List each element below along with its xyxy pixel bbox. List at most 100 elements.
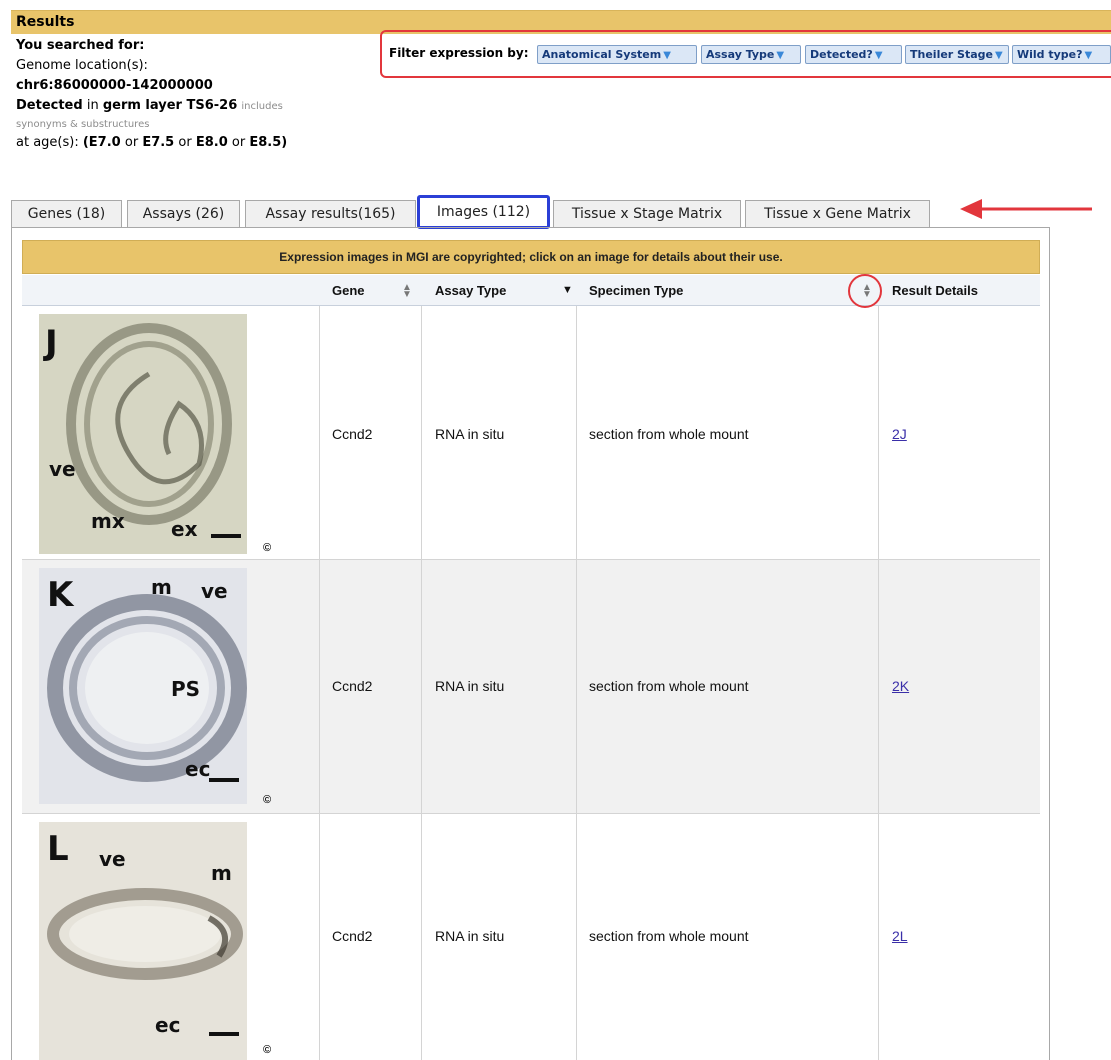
column-divider: [319, 306, 320, 559]
assay-type-cell: RNA in situ: [435, 928, 505, 944]
copyright-symbol: ©: [263, 542, 272, 554]
result-details-cell: 2J: [892, 426, 907, 442]
genome-location-value: chr6:86000000-142000000: [16, 78, 213, 93]
tab-tissue-gene-matrix[interactable]: Tissue x Gene Matrix: [745, 200, 930, 227]
age-line: at age(s): (E7.0 or E7.5 or E8.0 or E8.5…: [16, 133, 376, 153]
expression-image-thumbnail[interactable]: L ve m ec: [39, 822, 247, 1060]
funnel-icon: ▼: [776, 50, 785, 61]
copyright-notice: Expression images in MGI are copyrighted…: [22, 240, 1040, 274]
column-specimen-type-header[interactable]: Specimen Type: [589, 275, 683, 306]
filter-anatomical-system-button[interactable]: Anatomical System ▼: [537, 45, 697, 64]
tab-tissue-stage-matrix[interactable]: Tissue x Stage Matrix: [553, 200, 741, 227]
sort-descending-icon[interactable]: ▼: [562, 285, 573, 296]
synonyms-note: synonyms & substructures: [16, 119, 150, 130]
specimen-type-cell: section from whole mount: [589, 426, 749, 442]
filter-button-label: Wild type?: [1017, 48, 1083, 61]
expression-image-thumbnail[interactable]: K m ve PS ec: [39, 568, 247, 804]
funnel-icon: ▼: [995, 50, 1003, 61]
column-gene-header[interactable]: Gene: [332, 275, 365, 306]
filter-button-label: Theiler Stage: [910, 48, 993, 61]
in-word: in: [86, 98, 99, 113]
image-label: ec: [155, 1013, 180, 1037]
funnel-icon: ▼: [663, 50, 671, 61]
includes-note: includes: [241, 101, 283, 112]
age-value-4: E8.5): [249, 135, 288, 150]
tab-images[interactable]: Images (112): [417, 195, 550, 229]
search-heading: You searched for:: [16, 38, 145, 53]
image-label: ec: [185, 757, 210, 781]
sort-highlight-circle: [848, 274, 882, 308]
result-details-link[interactable]: 2L: [892, 928, 908, 944]
age-value-2: E7.5: [142, 135, 175, 150]
assay-type-cell: RNA in situ: [435, 678, 505, 694]
column-divider: [878, 560, 879, 813]
filter-wild-type-button[interactable]: Wild type? ▼: [1012, 45, 1111, 64]
detected-word: Detected: [16, 98, 83, 113]
table-row: K m ve PS ec © Ccnd2 RNA in situ section…: [22, 560, 1040, 814]
age-value-3: E8.0: [195, 135, 228, 150]
tab-assays[interactable]: Assays (26): [127, 200, 240, 227]
image-label: ve: [99, 847, 126, 871]
gene-cell: Ccnd2: [332, 678, 373, 694]
table-row: L ve m ec © Ccnd2 RNA in situ section fr…: [22, 814, 1040, 1060]
funnel-icon: ▼: [874, 50, 883, 61]
copyright-symbol: ©: [263, 794, 272, 806]
annotation-arrow-icon: [960, 199, 1092, 219]
image-label: m: [151, 575, 172, 599]
column-divider: [878, 814, 879, 1060]
gene-cell: Ccnd2: [332, 426, 373, 442]
filter-theiler-stage-button[interactable]: Theiler Stage ▼: [905, 45, 1009, 64]
column-divider: [421, 814, 422, 1060]
expression-image-thumbnail[interactable]: J ve mx ex: [39, 314, 247, 554]
specimen-type-cell: section from whole mount: [589, 678, 749, 694]
result-details-cell: 2K: [892, 678, 909, 694]
filter-detected-button[interactable]: Detected? ▼: [805, 45, 902, 64]
column-divider: [319, 560, 320, 813]
age-value-1: (E7.0: [82, 135, 121, 150]
age-or-2: or: [178, 135, 192, 150]
sort-icon[interactable]: ▲ ▼: [402, 283, 412, 300]
tab-genes[interactable]: Genes (18): [11, 200, 122, 227]
copyright-symbol: ©: [263, 1044, 272, 1056]
filter-label: Filter expression by:: [389, 46, 529, 60]
column-divider: [319, 814, 320, 1060]
column-divider: [878, 306, 879, 559]
gene-cell: Ccnd2: [332, 928, 373, 944]
age-or-1: or: [124, 135, 139, 150]
table-row: J ve mx ex © Ccnd2 RNA in situ section f…: [22, 306, 1040, 560]
age-or-3: or: [231, 135, 246, 150]
column-divider: [576, 560, 577, 813]
image-panel-letter: J: [43, 323, 58, 363]
structure-name: germ layer TS6-26: [102, 98, 238, 113]
image-label: PS: [171, 677, 200, 701]
column-result-details-header[interactable]: Result Details: [892, 275, 978, 306]
results-title: Results: [16, 14, 75, 30]
genome-location-label: Genome location(s):: [16, 58, 148, 73]
assay-type-cell: RNA in situ: [435, 426, 505, 442]
age-label: at age(s):: [16, 135, 79, 150]
image-label: m: [211, 861, 232, 885]
filter-button-label: Assay Type: [706, 48, 775, 61]
result-details-link[interactable]: 2K: [892, 678, 909, 694]
column-assay-type-header[interactable]: Assay Type: [435, 275, 506, 306]
column-divider: [576, 306, 577, 559]
specimen-type-cell: section from whole mount: [589, 928, 749, 944]
image-label: ex: [171, 517, 198, 541]
filter-button-label: Anatomical System: [542, 48, 662, 61]
column-divider: [576, 814, 577, 1060]
image-label: ve: [201, 579, 228, 603]
image-label: mx: [91, 509, 125, 533]
filter-button-label: Detected?: [810, 48, 873, 61]
result-details-link[interactable]: 2J: [892, 426, 907, 442]
tab-assay-results[interactable]: Assay results(165): [245, 200, 416, 227]
image-label: ve: [49, 457, 76, 481]
result-details-cell: 2L: [892, 928, 908, 944]
table-header: Gene ▲ ▼ Assay Type ▼ Specimen Type ▲ ▼ Re…: [22, 275, 1040, 306]
filter-assay-type-button[interactable]: Assay Type ▼: [701, 45, 801, 64]
image-panel-letter: K: [47, 575, 75, 615]
funnel-icon: ▼: [1084, 50, 1093, 61]
image-panel-letter: L: [47, 829, 69, 869]
column-divider: [421, 560, 422, 813]
column-divider: [421, 306, 422, 559]
detected-line: Detected in germ layer TS6-26 includes: [16, 96, 376, 116]
